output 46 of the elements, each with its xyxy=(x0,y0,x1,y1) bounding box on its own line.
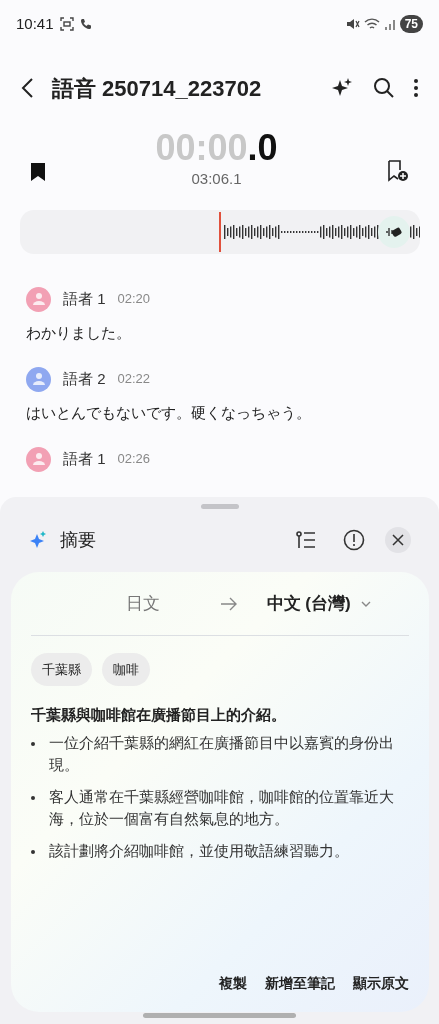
source-language[interactable]: 日文 xyxy=(125,591,160,617)
close-button[interactable] xyxy=(385,527,411,553)
signal-icon xyxy=(383,18,396,30)
chevron-down-icon xyxy=(360,601,371,607)
back-icon[interactable] xyxy=(20,77,34,99)
info-icon[interactable] xyxy=(343,529,365,551)
timestamp[interactable]: 02:26 xyxy=(117,449,151,469)
keyword-chip[interactable]: 千葉縣 xyxy=(30,653,92,686)
bullet-icon xyxy=(30,850,35,854)
total-duration: 03:06.1 xyxy=(191,169,242,189)
action-button[interactable]: 顯示原文 xyxy=(352,973,409,994)
sparkle-icon xyxy=(28,530,48,550)
drag-handle[interactable] xyxy=(200,504,239,509)
list-settings-icon[interactable] xyxy=(295,530,317,550)
timestamp[interactable]: 02:22 xyxy=(117,369,151,389)
speaker-name: 語者 2 xyxy=(63,368,106,389)
summary-bullet: 該計劃將介紹咖啡館，並使用敬語練習聽力。 xyxy=(48,841,350,861)
summary-title: 摘要 xyxy=(60,528,97,552)
wifi-icon xyxy=(363,17,380,31)
mute-icon xyxy=(345,17,360,31)
summary-heading: 千葉縣與咖啡館在廣播節目上的介紹。 xyxy=(30,705,287,725)
waveform-drawing[interactable] xyxy=(20,210,420,254)
bookmark-icon[interactable] xyxy=(30,162,46,182)
screenshot-icon xyxy=(59,17,74,31)
summary-bullet: 一位介紹千葉縣的網紅在廣播節目中以嘉賓的身份出現。 xyxy=(48,733,395,775)
speaker-name: 語者 1 xyxy=(63,448,106,469)
bullet-icon xyxy=(30,796,35,800)
status-time: 10:41 xyxy=(16,13,54,34)
recording-title: 語音 250714_223702 xyxy=(52,74,263,103)
battery-level: 75 xyxy=(399,15,423,33)
arrow-right-icon xyxy=(219,597,238,611)
speaker-name: 語者 1 xyxy=(63,288,106,309)
summary-bullet: 客人通常在千葉縣經營咖啡館，咖啡館的位置靠近大海，位於一個富有自然氣息的地方。 xyxy=(48,787,395,829)
timestamp[interactable]: 02:20 xyxy=(117,289,151,309)
action-button[interactable]: 新增至筆記 xyxy=(264,973,335,994)
transcript-text: はいとんでもないです。硬くなっちゃう。 xyxy=(26,403,312,423)
add-bookmark-icon[interactable] xyxy=(387,160,409,182)
close-icon xyxy=(392,534,404,546)
keyword-chip[interactable]: 咖啡 xyxy=(101,653,150,686)
target-language-dropdown[interactable]: 中文 (台灣) xyxy=(266,591,371,617)
bullet-icon xyxy=(30,742,35,746)
more-icon[interactable] xyxy=(413,78,419,98)
search-icon[interactable] xyxy=(373,77,395,99)
action-button[interactable]: 複製 xyxy=(218,973,247,994)
transcript-text: わかりました。 xyxy=(26,323,132,343)
phone-icon xyxy=(79,18,92,30)
